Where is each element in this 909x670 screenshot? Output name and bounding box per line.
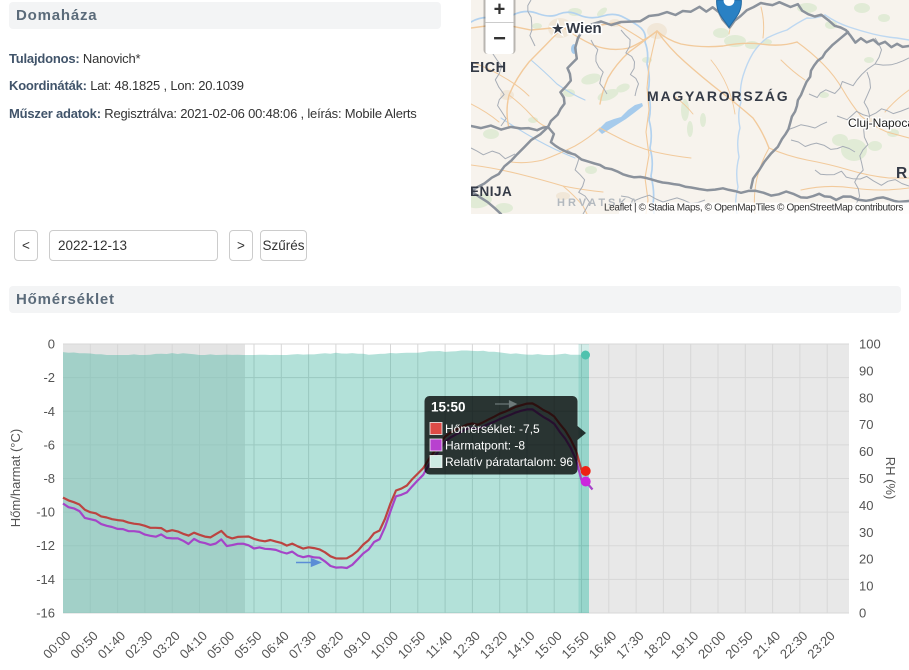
svg-text:80: 80 — [859, 390, 873, 405]
svg-text:-2: -2 — [43, 370, 55, 385]
svg-text:13:20: 13:20 — [477, 628, 511, 662]
svg-text:09:10: 09:10 — [340, 628, 374, 662]
svg-text:11:40: 11:40 — [422, 628, 455, 661]
svg-text:05:00: 05:00 — [204, 628, 238, 662]
svg-text:-6: -6 — [43, 437, 55, 452]
svg-text:10:50: 10:50 — [395, 628, 429, 662]
svg-text:08:20: 08:20 — [313, 628, 347, 662]
svg-text:90: 90 — [859, 363, 873, 378]
svg-text:-16: -16 — [36, 606, 55, 621]
svg-text:Harmatpont: -8: Harmatpont: -8 — [445, 439, 525, 453]
svg-text:10: 10 — [859, 579, 873, 594]
svg-text:RH (%): RH (%) — [883, 457, 898, 500]
svg-text:17:30: 17:30 — [613, 628, 647, 662]
svg-text:15:00: 15:00 — [531, 628, 565, 662]
svg-text:-10: -10 — [36, 505, 55, 520]
svg-text:01:40: 01:40 — [95, 628, 129, 662]
svg-text:03:20: 03:20 — [149, 628, 183, 662]
svg-text:21:40: 21:40 — [750, 628, 784, 662]
svg-text:Hőm/harmat (°C): Hőm/harmat (°C) — [8, 429, 23, 527]
svg-text:60: 60 — [859, 444, 873, 459]
svg-text:05:50: 05:50 — [231, 628, 265, 662]
svg-text:00:50: 00:50 — [67, 628, 101, 662]
svg-text:30: 30 — [859, 525, 873, 540]
svg-text:22:30: 22:30 — [777, 628, 811, 662]
svg-text:12:30: 12:30 — [449, 628, 483, 662]
svg-text:-8: -8 — [43, 471, 55, 486]
svg-text:50: 50 — [859, 471, 873, 486]
svg-text:Relatív páratartalom: 96: Relatív páratartalom: 96 — [445, 455, 573, 469]
svg-text:-4: -4 — [43, 404, 55, 419]
svg-text:19:10: 19:10 — [668, 628, 702, 662]
svg-text:15:50: 15:50 — [431, 400, 466, 415]
svg-text:04:10: 04:10 — [177, 628, 211, 662]
svg-text:23:20: 23:20 — [804, 628, 838, 662]
svg-text:15:50: 15:50 — [559, 628, 593, 662]
svg-text:Hőmérséklet: -7,5: Hőmérséklet: -7,5 — [445, 422, 540, 436]
svg-text:0: 0 — [48, 337, 55, 352]
svg-text:10:00: 10:00 — [368, 628, 402, 662]
svg-text:0: 0 — [859, 606, 866, 621]
svg-text:-12: -12 — [36, 538, 55, 553]
svg-text:06:40: 06:40 — [258, 628, 292, 662]
svg-text:00:00: 00:00 — [40, 628, 74, 662]
svg-text:20: 20 — [859, 552, 873, 567]
svg-text:02:30: 02:30 — [122, 628, 156, 662]
svg-text:40: 40 — [859, 498, 873, 513]
svg-text:70: 70 — [859, 417, 873, 432]
svg-text:16:40: 16:40 — [586, 628, 620, 662]
svg-text:20:00: 20:00 — [695, 628, 729, 662]
svg-text:07:30: 07:30 — [286, 628, 320, 662]
svg-text:18:20: 18:20 — [640, 628, 674, 662]
svg-text:14:10: 14:10 — [504, 628, 538, 662]
svg-text:-14: -14 — [36, 572, 55, 587]
svg-text:100: 100 — [859, 337, 881, 352]
svg-text:20:50: 20:50 — [722, 628, 756, 662]
